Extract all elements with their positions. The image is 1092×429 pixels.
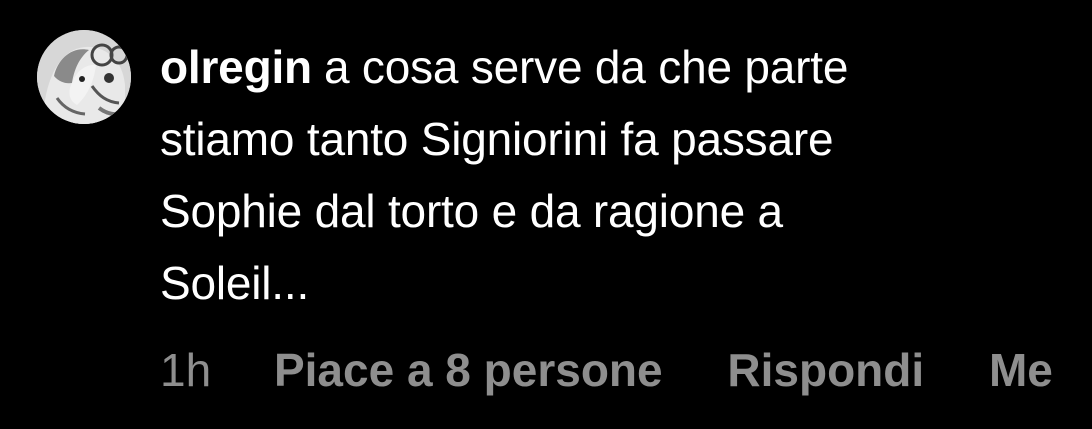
user-avatar-icon[interactable] <box>37 30 131 124</box>
comment-timestamp[interactable]: 1h <box>160 340 211 400</box>
username-link[interactable]: olregin <box>160 41 312 93</box>
comment-item: olregin a cosa serve da che parte stiamo … <box>0 0 1092 429</box>
comment-actions: 1h Piace a 8 persone Rispondi Me <box>160 340 1053 400</box>
comment-text-line-1: a cosa serve da che parte <box>323 41 849 93</box>
comment-text-line-3: Sophie dal torto e da ragione a <box>160 185 783 237</box>
comment-text-line-2: stiamo tanto Signiorini fa passare <box>160 113 834 165</box>
comment-body: olregin a cosa serve da che parte stiamo … <box>160 31 1060 319</box>
more-options-button[interactable]: Me <box>989 340 1053 400</box>
reply-button[interactable]: Rispondi <box>727 340 924 400</box>
comment-text-line-4: Soleil... <box>160 257 310 309</box>
likes-count-link[interactable]: Piace a 8 persone <box>274 340 663 400</box>
